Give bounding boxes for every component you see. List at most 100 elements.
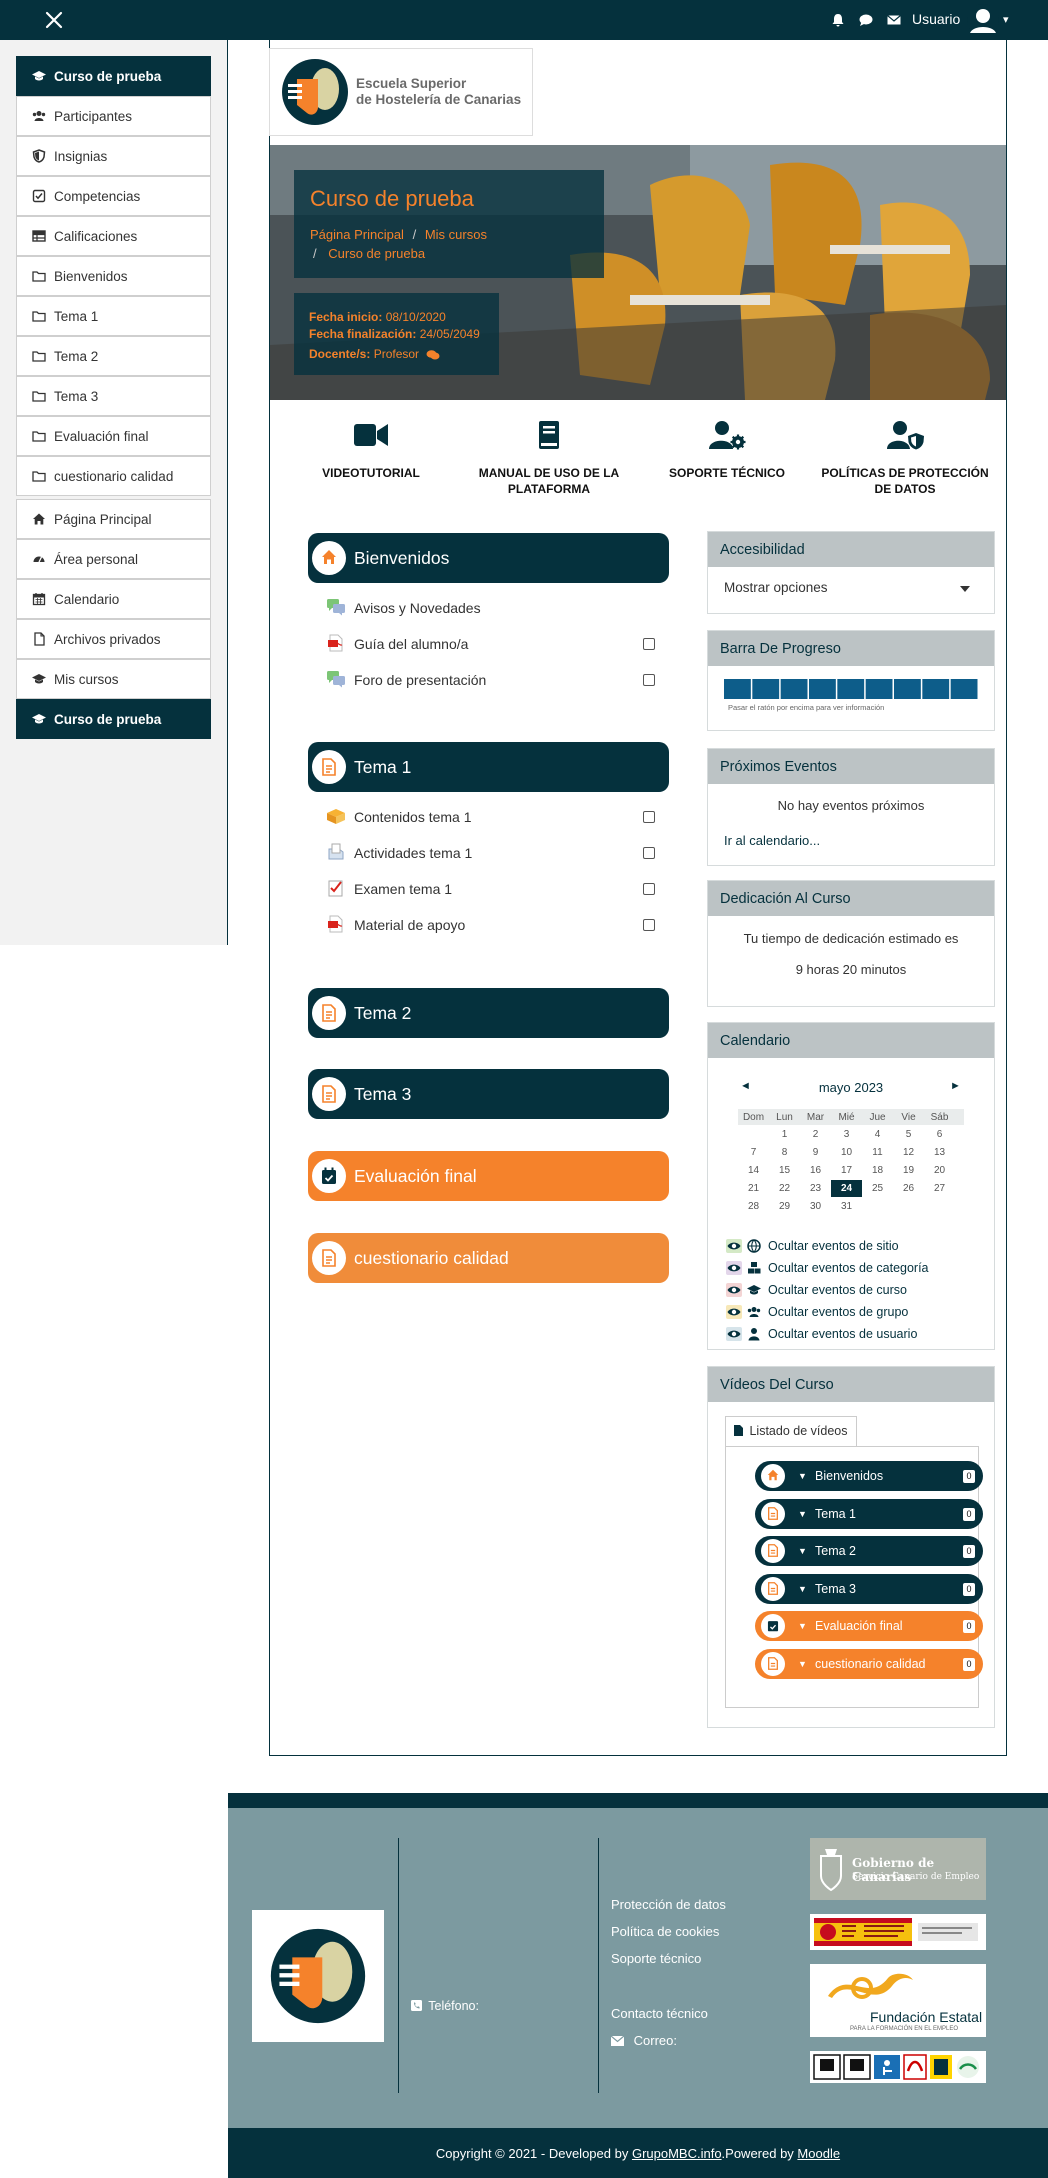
calendar-day[interactable]: 3 — [831, 1129, 862, 1140]
calendar-day[interactable]: 19 — [893, 1165, 924, 1176]
progress-segment[interactable] — [780, 679, 808, 699]
calendar-day[interactable]: 14 — [738, 1165, 769, 1176]
completion-checkbox[interactable] — [643, 674, 655, 686]
activity-avisos[interactable]: Avisos y Novedades — [326, 597, 661, 619]
developer-link[interactable]: GrupoMBC.info — [632, 2146, 722, 2161]
drawer-item-participants[interactable]: Participantes — [16, 96, 211, 136]
activity-name[interactable]: Actividades tema 1 — [354, 845, 472, 861]
drawer-item-badges[interactable]: Insignias — [16, 136, 211, 176]
drawer-item-grades[interactable]: Calificaciones — [16, 216, 211, 256]
calendar-day[interactable]: 9 — [800, 1147, 831, 1158]
filter-group-events[interactable]: Ocultar eventos de grupo — [726, 1302, 908, 1322]
calendar-day[interactable]: 21 — [738, 1183, 769, 1194]
calendar-day[interactable]: 28 — [738, 1201, 769, 1212]
activity-contenidos-tema-1[interactable]: Contenidos tema 1 — [326, 806, 661, 828]
progress-segment[interactable] — [809, 679, 836, 699]
chat-icon[interactable] — [858, 12, 874, 28]
activity-name[interactable]: Avisos y Novedades — [354, 600, 481, 616]
comments-icon[interactable] — [426, 349, 440, 361]
calendar-day[interactable]: 18 — [862, 1165, 893, 1176]
close-drawer-icon[interactable] — [44, 10, 64, 30]
accessibility-select[interactable]: Mostrar opciones — [724, 580, 828, 595]
calendar-day[interactable]: 4 — [862, 1129, 893, 1140]
completion-checkbox[interactable] — [643, 847, 655, 859]
calendar-day[interactable]: 12 — [893, 1147, 924, 1158]
filter-site-events[interactable]: Ocultar eventos de sitio — [726, 1236, 899, 1256]
activity-actividades-tema-1[interactable]: Actividades tema 1 — [326, 842, 661, 864]
video-group-tema-2[interactable]: ▼ Tema 2 0 — [755, 1536, 983, 1566]
completion-checkbox[interactable] — [643, 883, 655, 895]
calendar-day[interactable]: 22 — [769, 1183, 800, 1194]
breadcrumb-current-course[interactable]: Curso de prueba — [328, 246, 425, 261]
drawer-item-tema-2[interactable]: Tema 2 — [16, 336, 211, 376]
quick-link-manual[interactable]: MANUAL DE USO DE LA PLATAFORMA — [459, 420, 639, 497]
calendar-day[interactable]: 27 — [924, 1183, 955, 1194]
drawer-item-cuestionario[interactable]: cuestionario calidad — [16, 456, 211, 496]
activity-name[interactable]: Guía del alumno/a — [354, 636, 468, 652]
calendar-day[interactable]: 25 — [862, 1183, 893, 1194]
filter-course-events[interactable]: Ocultar eventos de curso — [726, 1280, 907, 1300]
calendar-day[interactable]: 2 — [800, 1129, 831, 1140]
user-menu-caret[interactable]: ▾ — [1003, 13, 1009, 26]
calendar-day[interactable]: 1 — [769, 1129, 800, 1140]
progress-segment[interactable] — [724, 679, 751, 699]
calendar-day[interactable]: 31 — [831, 1201, 862, 1212]
section-bienvenidos[interactable]: Bienvenidos — [308, 533, 669, 583]
activity-guia[interactable]: Guía del alumno/a — [326, 633, 661, 655]
quick-link-support[interactable]: SOPORTE TÉCNICO — [637, 420, 817, 481]
calendar-day[interactable]: 15 — [769, 1165, 800, 1176]
completion-checkbox[interactable] — [643, 811, 655, 823]
bell-icon[interactable] — [830, 12, 846, 28]
drawer-item-evaluacion-final[interactable]: Evaluación final — [16, 416, 211, 456]
filter-category-events[interactable]: Ocultar eventos de categoría — [726, 1258, 929, 1278]
section-cuestionario-calidad[interactable]: cuestionario calidad — [308, 1233, 669, 1283]
drawer-item-current-course[interactable]: Curso de prueba — [16, 699, 211, 739]
next-month-arrow[interactable]: ► — [950, 1080, 961, 1092]
completion-checkbox[interactable] — [643, 919, 655, 931]
activity-name[interactable]: Foro de presentación — [354, 672, 486, 688]
user-name[interactable]: Usuario — [912, 11, 960, 27]
activity-name[interactable]: Contenidos tema 1 — [354, 809, 472, 825]
activity-name[interactable]: Material de apoyo — [354, 917, 465, 933]
filter-user-events[interactable]: Ocultar eventos de usuario — [726, 1324, 917, 1344]
calendar-day[interactable]: 29 — [769, 1201, 800, 1212]
calendar-day[interactable]: 5 — [893, 1129, 924, 1140]
progress-segment[interactable] — [837, 679, 865, 699]
calendar-day-today[interactable]: 24 — [831, 1179, 862, 1197]
calendar-day[interactable]: 17 — [831, 1165, 862, 1176]
footer-link-cookies[interactable]: Política de cookies — [611, 1924, 719, 1939]
avatar[interactable] — [967, 4, 999, 36]
activity-material-apoyo[interactable]: Material de apoyo — [326, 914, 661, 936]
activity-name[interactable]: Examen tema 1 — [354, 881, 452, 897]
progress-segment[interactable] — [752, 679, 780, 699]
breadcrumb-home[interactable]: Página Principal — [310, 227, 404, 242]
calendar-day[interactable]: 30 — [800, 1201, 831, 1212]
calendar-day[interactable]: 8 — [769, 1147, 800, 1158]
drawer-item-calendar[interactable]: Calendario — [16, 579, 211, 619]
drawer-item-dashboard[interactable]: Área personal — [16, 539, 211, 579]
video-group-tema-3[interactable]: ▼ Tema 3 0 — [755, 1574, 983, 1604]
progress-bar[interactable] — [724, 679, 979, 699]
activity-examen-tema-1[interactable]: Examen tema 1 — [326, 878, 661, 900]
activity-foro-presentacion[interactable]: Foro de presentación — [326, 669, 661, 691]
teacher-value[interactable]: Profesor — [374, 347, 419, 361]
calendar-day[interactable]: 16 — [800, 1165, 831, 1176]
breadcrumb-my-courses[interactable]: Mis cursos — [425, 227, 487, 242]
progress-segment[interactable] — [922, 679, 950, 699]
drawer-item-my-courses[interactable]: Mis cursos — [16, 659, 211, 699]
calendar-day[interactable]: 10 — [831, 1147, 862, 1158]
tab-video-list[interactable]: Listado de vídeos — [725, 1416, 857, 1446]
drawer-item-tema-3[interactable]: Tema 3 — [16, 376, 211, 416]
completion-checkbox[interactable] — [643, 638, 655, 650]
drawer-item-home[interactable]: Página Principal — [16, 499, 211, 539]
calendar-day[interactable]: 26 — [893, 1183, 924, 1194]
quick-link-videotutorial[interactable]: VIDEOTUTORIAL — [281, 420, 461, 481]
video-group-evaluacion-final[interactable]: ▼ Evaluación final 0 — [755, 1611, 983, 1641]
quick-link-data-protection[interactable]: POLÍTICAS DE PROTECCIÓN DE DATOS — [815, 420, 995, 497]
video-group-tema-1[interactable]: ▼ Tema 1 0 — [755, 1499, 983, 1529]
calendar-day[interactable]: 11 — [862, 1147, 893, 1158]
moodle-link[interactable]: Moodle — [797, 2146, 840, 2161]
go-to-calendar-link[interactable]: Ir al calendario... — [724, 833, 820, 848]
progress-segment[interactable] — [950, 679, 978, 699]
footer-link-data-protection[interactable]: Protección de datos — [611, 1897, 726, 1912]
